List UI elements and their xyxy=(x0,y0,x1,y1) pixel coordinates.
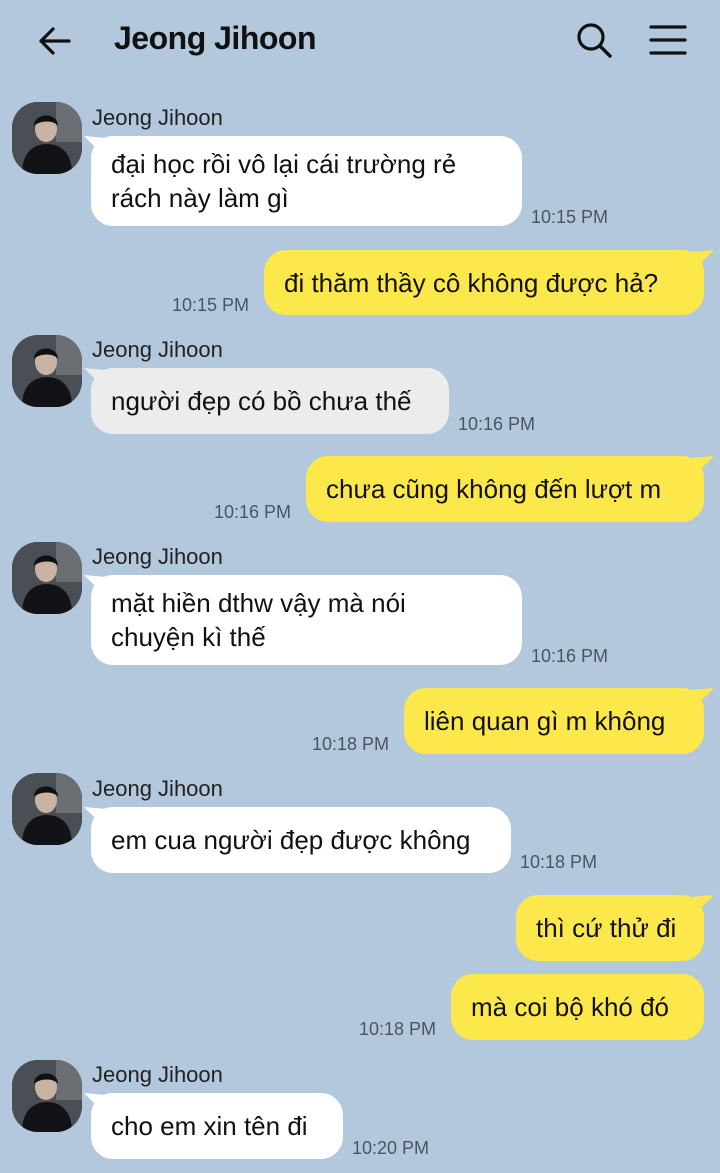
bubble-tail xyxy=(692,456,714,478)
message-bubble-outgoing[interactable]: chưa cũng không đến lượt m xyxy=(306,456,704,522)
bubble-tail xyxy=(692,250,714,272)
message-bubble-incoming[interactable]: mặt hiền dthw vậy mà nói chuyện kì thế xyxy=(91,575,522,665)
sender-name: Jeong Jihoon xyxy=(92,105,223,130)
search-icon[interactable] xyxy=(574,20,614,60)
message-time: 10:20 PM xyxy=(352,1138,430,1158)
message-text: thì cứ thử đi xyxy=(536,913,677,943)
avatar[interactable] xyxy=(12,102,82,174)
message-time: 10:15 PM xyxy=(172,295,250,315)
message-bubble-incoming[interactable]: em cua người đẹp được không xyxy=(91,807,511,873)
message-bubble-outgoing[interactable]: thì cứ thử đi xyxy=(516,895,704,961)
message-bubble-outgoing[interactable]: đi thăm thầy cô không được hả? xyxy=(264,250,704,315)
bubble-tail xyxy=(692,895,714,917)
message-text: rách này làm gì xyxy=(111,183,289,213)
chat-title: Jeong Jihoon xyxy=(114,20,317,56)
message-text: cho em xin tên đi xyxy=(111,1111,308,1141)
message-text: liên quan gì m không xyxy=(424,706,666,736)
sender-name: Jeong Jihoon xyxy=(92,776,223,801)
message-time: 10:16 PM xyxy=(458,414,536,434)
message-time: 10:18 PM xyxy=(520,852,598,872)
message-time: 10:15 PM xyxy=(531,207,609,227)
avatar-photo xyxy=(12,542,82,614)
message-time: 10:18 PM xyxy=(312,734,390,754)
message-text: đại học rồi vô lại cái trường rẻ xyxy=(111,149,457,179)
message-bubble-incoming[interactable]: cho em xin tên đi xyxy=(91,1093,343,1159)
message-bubble-outgoing[interactable]: liên quan gì m không xyxy=(404,688,704,754)
message-bubble-incoming[interactable]: người đẹp có bồ chưa thế xyxy=(91,368,449,434)
message-bubble-incoming[interactable]: đại học rồi vô lại cái trường rẻ rách nà… xyxy=(91,136,522,226)
avatar[interactable] xyxy=(12,542,82,614)
menu-icon[interactable] xyxy=(648,22,688,58)
avatar[interactable] xyxy=(12,773,82,845)
sender-name: Jeong Jihoon xyxy=(92,337,223,362)
message-text: chuyện kì thế xyxy=(111,622,266,652)
message-time: 10:18 PM xyxy=(359,1019,437,1039)
message-text: em cua người đẹp được không xyxy=(111,825,471,855)
sender-name: Jeong Jihoon xyxy=(92,544,223,569)
chat-header: Jeong Jihoon xyxy=(0,0,720,82)
message-time: 10:16 PM xyxy=(531,646,609,666)
bubble-tail xyxy=(692,688,714,710)
avatar-photo xyxy=(12,335,82,407)
message-text: người đẹp có bồ chưa thế xyxy=(111,386,412,416)
message-text: chưa cũng không đến lượt m xyxy=(326,474,662,504)
avatar-photo xyxy=(12,773,82,845)
sender-name: Jeong Jihoon xyxy=(92,1062,223,1087)
avatar[interactable] xyxy=(12,1060,82,1132)
message-text: mà coi bộ khó đó xyxy=(471,992,670,1022)
message-text: đi thăm thầy cô không được hả? xyxy=(284,267,659,298)
avatar[interactable] xyxy=(12,335,82,407)
message-bubble-outgoing[interactable]: mà coi bộ khó đó xyxy=(451,974,704,1040)
avatar-photo xyxy=(12,102,82,174)
message-time: 10:16 PM xyxy=(214,502,292,522)
message-text: mặt hiền dthw vậy mà nói xyxy=(111,588,406,618)
avatar-photo xyxy=(12,1060,82,1132)
back-arrow-icon[interactable] xyxy=(36,22,74,60)
